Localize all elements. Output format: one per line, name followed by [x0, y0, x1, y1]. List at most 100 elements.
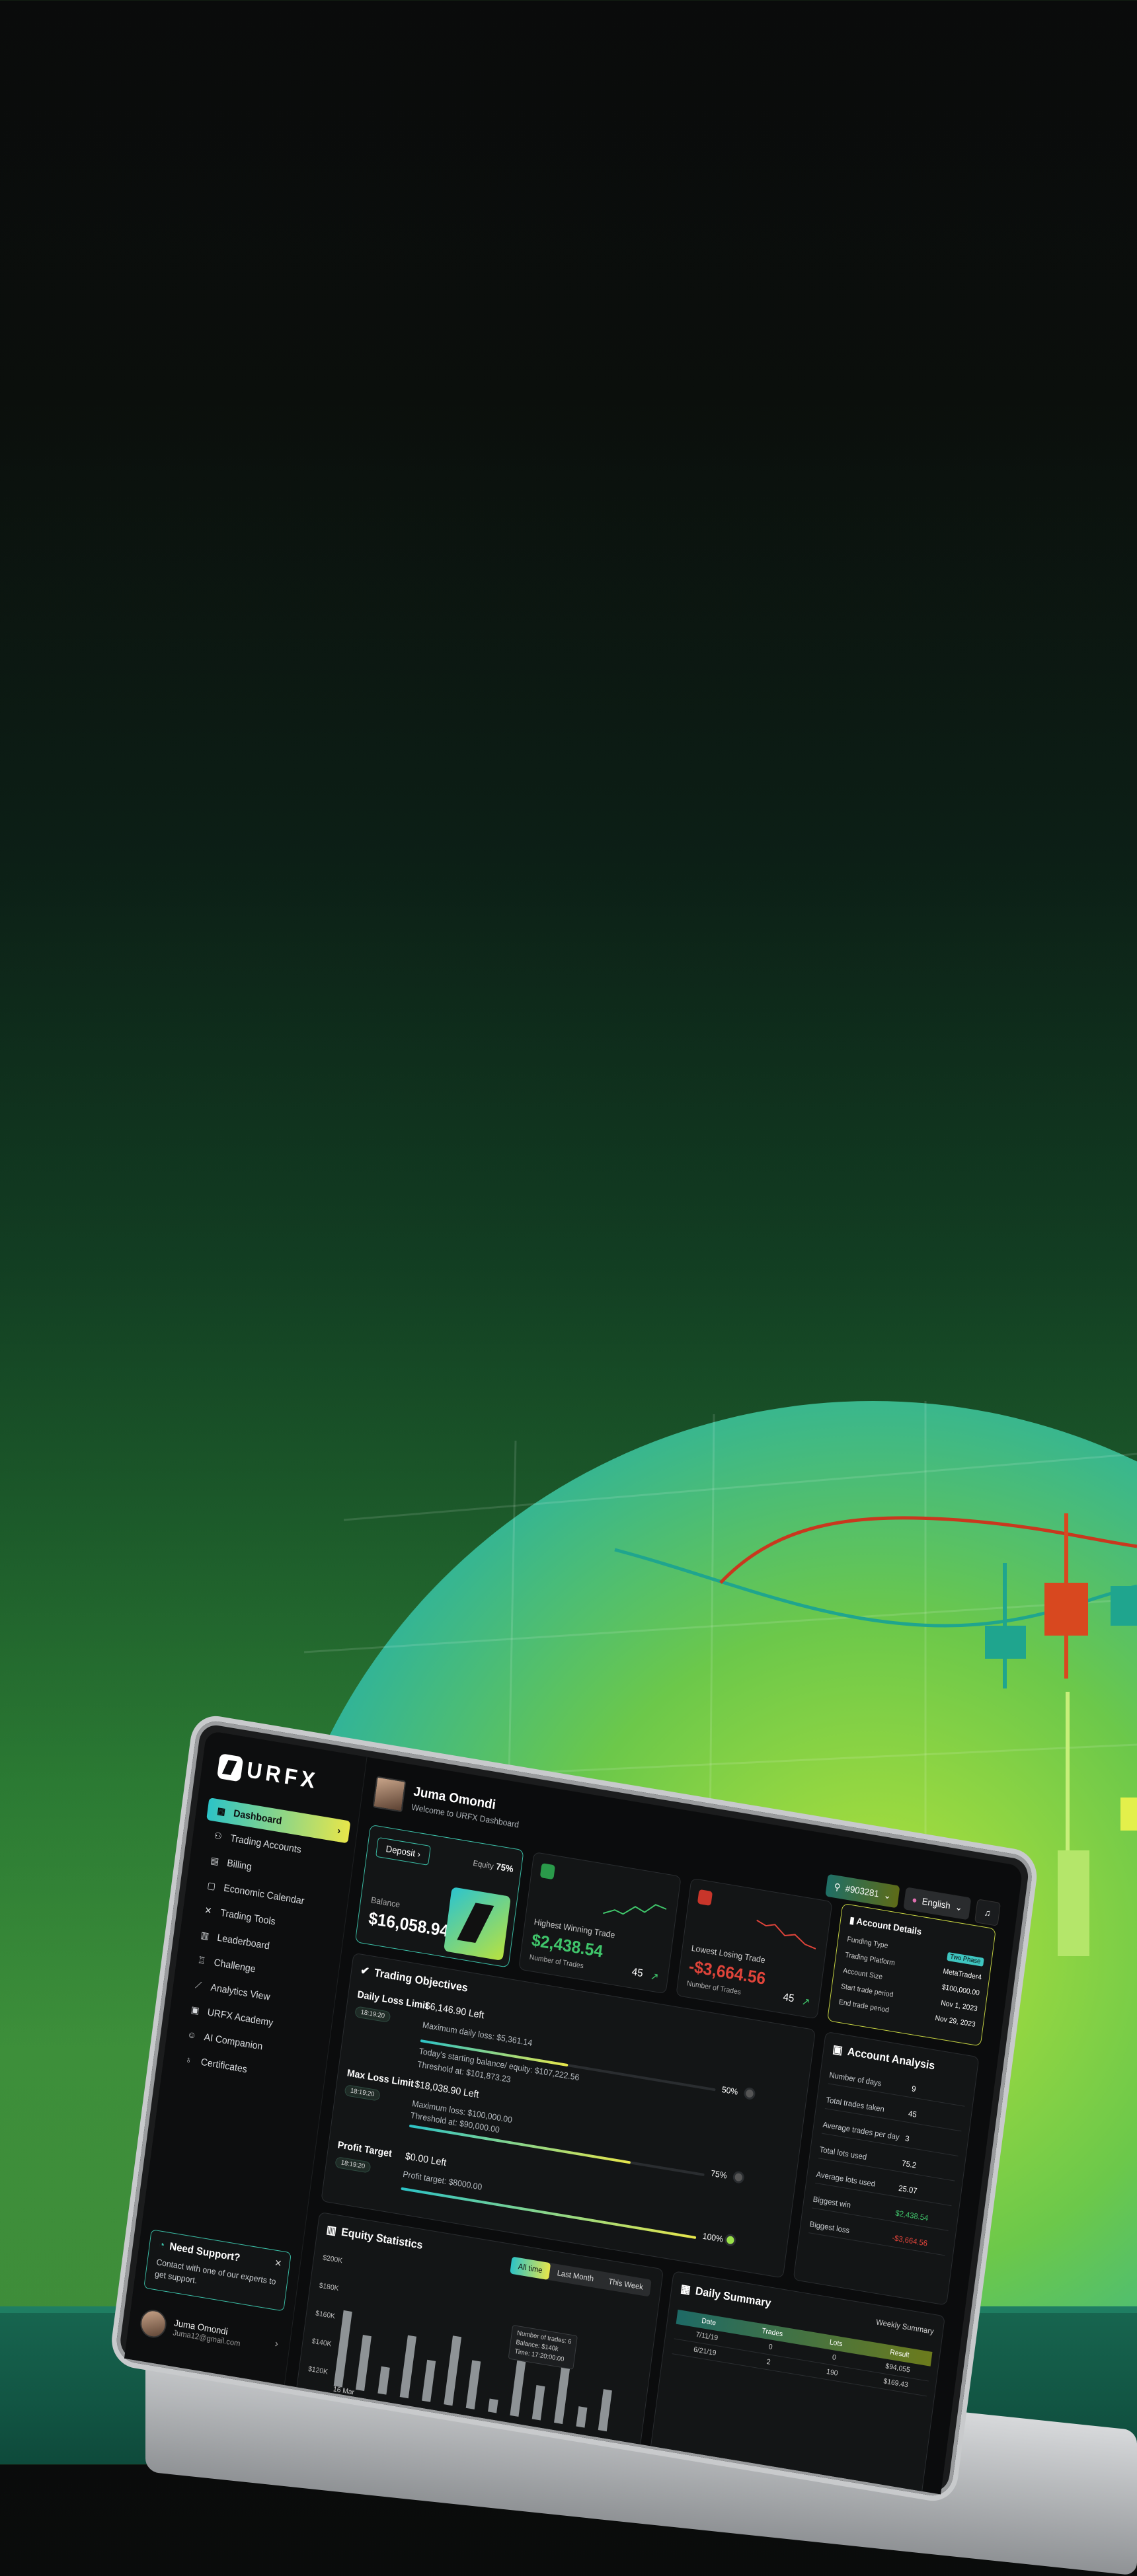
objective-timer: 18:19:20	[354, 2006, 391, 2023]
balance-value: $16,058.94	[367, 1908, 450, 1941]
analysis-key: Average trades per day	[822, 2119, 900, 2142]
detail-key: Funding Type	[846, 1935, 889, 1950]
sidebar-item-label: Dashboard	[233, 1807, 283, 1827]
analysis-key: Biggest win	[812, 2194, 851, 2211]
calendar-icon: ▢	[206, 1879, 217, 1892]
support-icon: ◔	[157, 2239, 166, 2252]
academy-icon: ▣	[190, 2004, 200, 2016]
analysis-value: 25.07	[898, 2183, 918, 2196]
sidebar-item-label: Challenge	[213, 1956, 256, 1975]
check-circle-icon: ✔	[360, 1963, 370, 1978]
analysis-key: Average lots used	[815, 2170, 876, 2189]
objectives-title-text: Trading Objectives	[373, 1966, 469, 1994]
dashboard-screen: URFX ▦ Dashboard › ⚇ Trading Accounts ▤ …	[124, 1730, 1023, 2495]
win-sparkline	[602, 1904, 667, 1915]
analysis-key: Biggest loss	[809, 2219, 851, 2236]
equity-bar[interactable]	[598, 2389, 612, 2432]
objective-progress-bar	[420, 2039, 716, 2092]
equity-bar[interactable]	[444, 2335, 462, 2406]
analysis-title: ▣ Account Analysis	[832, 2043, 935, 2073]
brand-name: URFX	[245, 1757, 321, 1794]
account-number: #903281	[844, 1883, 880, 1899]
objective-left: $0.00 Left	[404, 2150, 448, 2169]
trophy-icon: ♖	[197, 1954, 207, 1966]
equity-bar[interactable]	[399, 2335, 416, 2399]
detail-key: Trading Platform	[844, 1951, 896, 1967]
y-tick-label: $160K	[315, 2309, 336, 2320]
certificate-icon: ♁	[184, 2053, 193, 2066]
analysis-key: Total trades taken	[825, 2095, 885, 2114]
chevron-down-icon: ⌄	[883, 1889, 892, 1901]
objective-left: $6,146.90 Left	[424, 2000, 485, 2022]
laptop: URFX ▦ Dashboard › ⚇ Trading Accounts ▤ …	[114, 1718, 1035, 2499]
equity-title: ▥ Equity Statistics	[326, 2223, 424, 2252]
trade-down-icon	[697, 1889, 713, 1906]
trend-up-icon: ↗	[801, 1996, 811, 2009]
y-tick-label: $140K	[311, 2337, 332, 2348]
funding-type-badge: Two Phase	[946, 1951, 984, 1967]
weekly-summary-link[interactable]: Weekly Summary	[876, 2318, 935, 2336]
sidebar-item-label: Trading Tools	[219, 1907, 276, 1928]
objective-percent: 100%	[701, 2230, 724, 2244]
urfx-emblem-icon	[443, 1887, 511, 1961]
analysis-key: Number of days	[828, 2070, 882, 2088]
equity-bar[interactable]	[333, 2310, 352, 2388]
account-select[interactable]: ⚲ #903281 ⌄	[825, 1874, 900, 1909]
tab-this-week[interactable]: This Week	[600, 2271, 652, 2296]
analysis-value: 45	[908, 2108, 918, 2119]
tab-last-month[interactable]: Last Month	[549, 2263, 602, 2289]
tab-all-time[interactable]: All time	[510, 2256, 551, 2281]
brand-logo[interactable]: URFX	[217, 1753, 320, 1795]
account-details-card: ▮ Account Details Funding Type Two Phase …	[827, 1903, 996, 2047]
analysis-value: -$3,664.56	[891, 2233, 928, 2248]
bar-chart-icon: ▥	[325, 2222, 338, 2238]
chevron-down-icon: ⌄	[955, 1901, 964, 1913]
equity-bar[interactable]	[510, 2360, 526, 2417]
notification-button[interactable]: ♫	[974, 1899, 1001, 1926]
balance-label: Balance	[370, 1895, 401, 1910]
objective-percent: 75%	[710, 2168, 728, 2181]
sidebar-item-label: Economic Calendar	[223, 1881, 305, 1907]
support-card: ◔ Need Support? Contact with one of our …	[143, 2229, 292, 2312]
equity-bar[interactable]	[576, 2406, 588, 2428]
loss-trades-count: 45	[782, 1991, 795, 2005]
deposit-label: Deposit	[385, 1843, 416, 1859]
equity-bar[interactable]	[356, 2335, 372, 2392]
leaderboard-icon: ▥	[200, 1929, 210, 1942]
objective-timer: 18:19:20	[334, 2156, 372, 2174]
analysis-value: 9	[911, 2084, 917, 2094]
analysis-value: $2,438.54	[894, 2208, 929, 2223]
users-icon: ⚇	[213, 1830, 223, 1842]
analysis-title-text: Account Analysis	[846, 2045, 936, 2072]
equity-bar[interactable]	[422, 2359, 436, 2402]
candle-3	[1111, 1586, 1137, 1626]
objectives-title: ✔ Trading Objectives	[360, 1964, 469, 1995]
detail-value: $100,000.00	[941, 1983, 980, 1998]
dashboard-icon: ▦	[216, 1805, 226, 1817]
close-icon[interactable]: ✕	[274, 2257, 282, 2270]
equity-bar[interactable]	[488, 2398, 498, 2413]
lowest-losing-trade-card: Lowest Losing Trade -$3,664.56 Number of…	[676, 1877, 833, 2020]
language-label: English	[921, 1895, 951, 1911]
analysis-key: Total lots used	[818, 2144, 868, 2162]
objective-name: Profit Target	[336, 2139, 393, 2160]
objective-progress-bar	[401, 2187, 697, 2240]
objective-detail: Profit target: $8000.00	[402, 2169, 483, 2192]
deposit-button[interactable]: Deposit ›	[375, 1837, 431, 1866]
analytics-icon: ⟋	[194, 1979, 202, 1991]
equity-bar[interactable]	[554, 2361, 571, 2425]
status-check-icon	[724, 2233, 737, 2248]
equity-bar[interactable]	[377, 2366, 390, 2395]
equity-bar[interactable]	[531, 2385, 545, 2421]
tools-icon: ✕	[204, 1904, 213, 1916]
equity-bar[interactable]	[465, 2360, 481, 2409]
trade-up-icon	[539, 1863, 556, 1880]
user-profile-footer[interactable]: Juma Omondi Juma12@gmail.com ›	[138, 2308, 280, 2358]
user-icon: ⚲	[833, 1880, 842, 1893]
sidebar-item-label: Leaderboard	[216, 1932, 270, 1952]
detail-value: Nov 1, 2023	[940, 1999, 978, 2014]
equity-label: Equity	[472, 1858, 494, 1872]
robot-icon: ☺	[186, 2028, 198, 2041]
loss-sparkline	[756, 1919, 816, 1950]
calendar-icon: ▦	[680, 2282, 691, 2296]
